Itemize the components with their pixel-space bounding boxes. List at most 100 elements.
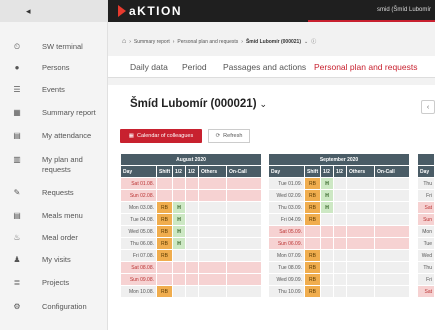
- shift-cell: RB: [304, 201, 321, 214]
- tab-daily-data[interactable]: Daily data: [130, 62, 168, 72]
- calendar-september: September 2020 Day Shift 1/2 1/2 Others On-Cal…: [267, 153, 411, 298]
- calendar-row[interactable]: Tue 08.09. RB: [268, 261, 411, 274]
- calendar-row[interactable]: Wed 09.09. RB: [268, 273, 411, 286]
- on-call-cell: [225, 237, 263, 250]
- table-icon: ▦: [13, 108, 21, 117]
- half-day-cell: [320, 261, 334, 274]
- calendar-row[interactable]: Sat 08.08.: [120, 261, 263, 274]
- calendar-row[interactable]: Sat 05.09.: [268, 225, 411, 238]
- others-cell: [346, 249, 375, 262]
- sidebar-collapse-button[interactable]: ◂: [0, 0, 107, 22]
- on-call-cell: [225, 273, 263, 286]
- calendar-row[interactable]: Sat: [417, 285, 435, 298]
- half-day-cell: [333, 261, 347, 274]
- day-cell: Wed 09.09.: [268, 273, 305, 286]
- half-day-cell: [172, 273, 186, 286]
- breadcrumb-item[interactable]: Summary report: [134, 39, 170, 45]
- half-day-cell: [172, 189, 186, 202]
- calendar-row[interactable]: Fri: [417, 189, 435, 202]
- column-header: 1/2: [185, 165, 199, 178]
- user-menu[interactable]: smid (Šmíd Lubomír: [377, 7, 431, 13]
- calendar-row[interactable]: Thu 10.09. RB: [268, 285, 411, 298]
- column-header: 1/2: [172, 165, 186, 178]
- calendar-row[interactable]: Mon 03.08. RB H: [120, 201, 263, 214]
- calendar-row[interactable]: Fri 07.08. RB: [120, 249, 263, 262]
- day-cell: Mon 03.08.: [120, 201, 157, 214]
- column-header: On-Call: [225, 165, 263, 178]
- calendar-row[interactable]: Sun 02.08.: [120, 189, 263, 202]
- day-cell: Fri 07.08.: [120, 249, 157, 262]
- calendar-row[interactable]: Sun 06.09.: [268, 237, 411, 250]
- half-day-cell: [185, 237, 199, 250]
- tab-personal-plan-and-requests[interactable]: Personal plan and requests: [314, 62, 418, 72]
- calendar-row[interactable]: Thu 06.08. RB H: [120, 237, 263, 250]
- day-cell: Sun 09.08.: [120, 273, 157, 286]
- calendar-row[interactable]: Tue: [417, 237, 435, 250]
- half-day-cell: [320, 225, 334, 238]
- tab-passages-and-actions[interactable]: Passages and actions: [223, 62, 306, 72]
- shift-cell: RB: [156, 237, 173, 250]
- half-day-cell: [172, 285, 186, 298]
- calendar-row[interactable]: Thu 03.09. RB H: [268, 201, 411, 214]
- tab-period[interactable]: Period: [182, 62, 207, 72]
- home-icon[interactable]: ⌂: [122, 38, 126, 45]
- shift-cell: [156, 261, 173, 274]
- column-header: Others: [346, 165, 375, 178]
- calendar-row[interactable]: Wed 05.08. RB H: [120, 225, 263, 238]
- refresh-button[interactable]: ⟳ Refresh: [208, 129, 250, 143]
- column-header: Day: [120, 165, 157, 178]
- calendar-of-colleagues-button[interactable]: ▦ Calendar of colleagues: [120, 129, 202, 143]
- calendar-row[interactable]: Sat: [417, 201, 435, 214]
- calendar-row[interactable]: Thu: [417, 177, 435, 190]
- half-day-cell: [333, 237, 347, 250]
- half-day-cell: [320, 213, 334, 226]
- calendar-row[interactable]: Sun 09.08.: [120, 273, 263, 286]
- chevron-down-icon[interactable]: ⌄: [304, 39, 308, 45]
- calendar-row[interactable]: Mon 07.09. RB: [268, 249, 411, 262]
- calendar-row[interactable]: Thu: [417, 261, 435, 274]
- shift-cell: RB: [304, 261, 321, 274]
- half-day-cell: [320, 285, 334, 298]
- calendar-row[interactable]: Sun: [417, 213, 435, 226]
- month-header: August 2020: [119, 153, 263, 166]
- half-day-cell: H: [320, 201, 334, 214]
- gear-icon: ⚙: [13, 302, 21, 311]
- half-day-cell: H: [172, 201, 186, 214]
- calendar-row[interactable]: Tue 01.09. RB H: [268, 177, 411, 190]
- column-header: Shift: [304, 165, 321, 178]
- calendar-row[interactable]: Fri: [417, 273, 435, 286]
- cutlery-icon: ♨: [13, 233, 21, 242]
- info-icon[interactable]: ⓘ: [311, 38, 316, 45]
- half-day-cell: [185, 261, 199, 274]
- half-day-cell: [320, 273, 334, 286]
- chevron-left-icon: ‹: [426, 103, 430, 111]
- others-cell: [198, 261, 227, 274]
- logo-text: aKTION: [129, 4, 183, 18]
- main-panel: Šmíd Lubomír (000021) ⌄ ‹ ▦ Calendar of c…: [108, 85, 435, 330]
- shift-cell: RB: [304, 249, 321, 262]
- person-selector[interactable]: Šmíd Lubomír (000021) ⌄: [130, 98, 267, 110]
- calendar-row[interactable]: Fri 04.09. RB: [268, 213, 411, 226]
- calendar-row[interactable]: Tue 04.08. RB H: [120, 213, 263, 226]
- calendar-row[interactable]: Mon: [417, 225, 435, 238]
- tab-bar: Daily data Period Passages and actions P…: [108, 56, 435, 78]
- calendar-row[interactable]: Wed 02.09. RB H: [268, 189, 411, 202]
- logo[interactable]: aKTION: [118, 4, 182, 18]
- half-day-cell: [333, 249, 347, 262]
- day-cell: Sat 08.08.: [120, 261, 157, 274]
- shift-cell: RB: [304, 285, 321, 298]
- day-cell: Mon 07.09.: [268, 249, 305, 262]
- previous-arrow-button[interactable]: ‹: [421, 100, 435, 114]
- calendar-row[interactable]: Mon 10.08. RB: [120, 285, 263, 298]
- projects-icon: ≣: [13, 278, 21, 287]
- shift-cell: RB: [156, 249, 173, 262]
- person-name: Šmíd Lubomír (000021): [130, 98, 257, 110]
- others-cell: [346, 273, 375, 286]
- half-day-cell: [185, 273, 199, 286]
- on-call-cell: [225, 225, 263, 238]
- on-call-cell: [373, 189, 411, 202]
- sidebar: ◂ ⏲ SW terminal ● Persons ☰ Events ▦ Summary re…: [0, 0, 108, 330]
- calendar-row[interactable]: Wed: [417, 249, 435, 262]
- breadcrumb-item[interactable]: Personal plan and requests: [177, 39, 238, 45]
- calendar-row[interactable]: Sat 01.08.: [120, 177, 263, 190]
